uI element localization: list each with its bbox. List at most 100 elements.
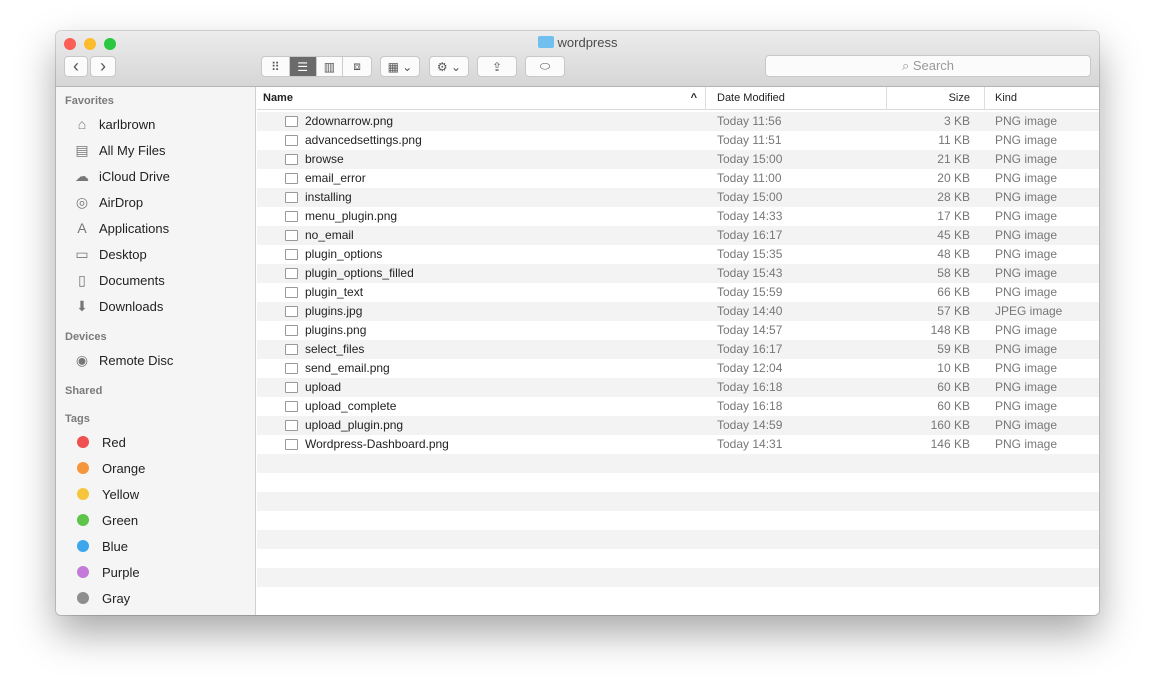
applications-icon: A (77, 220, 87, 236)
arrange-button[interactable]: ▦ ⌄ (380, 56, 420, 77)
file-row[interactable]: upload_plugin.png Today 14:59 160 KB PNG im… (257, 416, 1099, 435)
image-file-icon (285, 154, 298, 165)
tag-color-icon (77, 462, 89, 474)
file-date: Today 12:04 (717, 361, 783, 375)
file-row[interactable]: plugin_options_filled Today 15:43 58 KB PNG… (257, 264, 1099, 283)
tag-color-icon (77, 566, 89, 578)
file-kind: PNG image (995, 209, 1058, 223)
file-size: 11 KB (938, 133, 970, 147)
empty-row (257, 454, 1099, 473)
file-size: 57 KB (937, 304, 970, 318)
file-row[interactable]: installing Today 15:00 28 KB PNG image (257, 188, 1099, 207)
icon-view-icon[interactable]: ⠿ (262, 57, 290, 76)
column-name[interactable]: Name ^ (257, 87, 706, 110)
sidebar-item-label: Downloads (99, 298, 164, 314)
sidebar-item-label: iCloud Drive (99, 168, 170, 184)
file-date: Today 11:56 (717, 114, 782, 128)
sidebar-item-label: Yellow (102, 486, 140, 502)
file-row[interactable]: Wordpress-Dashboard.png Today 14:31 146 KB… (257, 435, 1099, 454)
search-input[interactable]: ⌕ Search (765, 55, 1091, 77)
file-row[interactable]: no_email Today 16:17 45 KB PNG image (257, 226, 1099, 245)
file-kind: PNG image (995, 380, 1058, 394)
search-icon: ⌕ (901, 58, 913, 73)
image-file-icon (285, 401, 298, 412)
sidebar-item-label: AirDrop (99, 194, 144, 210)
file-kind: PNG image (995, 190, 1058, 204)
column-date[interactable]: Date Modified (706, 87, 887, 110)
sidebar-tag-green[interactable]: Green (73, 509, 138, 531)
file-row[interactable]: upload_complete Today 16:18 60 KB PNG image (257, 397, 1099, 416)
sidebar-tag-blue[interactable]: Blue (73, 535, 128, 557)
tag-color-icon (77, 514, 89, 526)
back-button[interactable]: ‹ (64, 56, 88, 77)
empty-row (257, 587, 1099, 606)
file-date: Today 16:18 (717, 399, 783, 413)
sidebar-tag-orange[interactable]: Orange (73, 457, 145, 479)
tags-button[interactable]: ⬭ (525, 56, 565, 77)
file-name: email_error (305, 171, 366, 185)
file-row[interactable]: select_files Today 16:17 59 KB PNG image (257, 340, 1099, 359)
search-placeholder: Search (912, 58, 955, 73)
sidebar-item-cloud[interactable]: ☁ iCloud Drive (73, 165, 170, 187)
file-row[interactable]: plugins.png Today 14:57 148 KB PNG image (257, 321, 1099, 340)
sidebar-item-airdrop[interactable]: ◎ AirDrop (73, 191, 143, 213)
sidebar-tag-red[interactable]: Red (73, 431, 126, 453)
file-row[interactable]: plugin_options Today 15:35 48 KB PNG image (257, 245, 1099, 264)
file-kind: PNG image (995, 399, 1058, 413)
image-file-icon (285, 306, 298, 317)
column-kind[interactable]: Kind (985, 87, 1099, 110)
file-name: upload_plugin.png (305, 418, 404, 432)
desktop-icon: ▭ (75, 246, 89, 262)
sidebar-item-all-files[interactable]: ▤ All My Files (73, 139, 165, 161)
image-file-icon (285, 116, 298, 127)
column-size[interactable]: Size (887, 87, 985, 110)
share-button[interactable]: ⇪ (477, 56, 517, 77)
sidebar-tag-yellow[interactable]: Yellow (73, 483, 139, 505)
image-file-icon (285, 287, 298, 298)
sidebar-item-documents[interactable]: ▯ Documents (73, 269, 165, 291)
sort-ascending-icon: ^ (690, 92, 697, 104)
file-name: advancedsettings.png (305, 133, 422, 147)
image-file-icon (285, 420, 298, 431)
column-view-icon[interactable]: ▥ (317, 57, 344, 76)
action-button[interactable]: ⚙ ⌄ (429, 56, 469, 77)
downloads-icon: ⬇ (76, 298, 88, 314)
sidebar-tag-purple[interactable]: Purple (73, 561, 140, 583)
sidebar-item-home[interactable]: ⌂ karlbrown (73, 113, 156, 135)
file-row[interactable]: 2downarrow.png Today 11:56 3 KB PNG image (257, 112, 1099, 131)
file-row[interactable]: menu_plugin.png Today 14:33 17 KB PNG image (257, 207, 1099, 226)
sidebar-item-downloads[interactable]: ⬇ Downloads (73, 295, 163, 317)
file-row[interactable]: upload Today 16:18 60 KB PNG image (257, 378, 1099, 397)
file-date: Today 15:00 (717, 190, 783, 204)
file-row[interactable]: plugin_text Today 15:59 66 KB PNG image (257, 283, 1099, 302)
file-kind: PNG image (995, 437, 1058, 451)
sidebar-item-label: Remote Disc (99, 352, 174, 368)
sidebar-item-remote-disc[interactable]: ◉ Remote Disc (73, 349, 174, 371)
view-mode-control[interactable]: ⠿ ☰ ▥ ⧈ (261, 56, 372, 77)
forward-button[interactable]: › (90, 56, 116, 77)
window-title-text: wordpress (557, 35, 618, 50)
airdrop-icon: ◎ (75, 194, 89, 210)
file-date: Today 16:18 (717, 380, 783, 394)
list-view-icon[interactable]: ☰ (289, 57, 317, 76)
file-kind: PNG image (995, 114, 1058, 128)
sidebar-tag-gray[interactable]: Gray (73, 587, 130, 609)
file-row[interactable]: plugins.jpg Today 14:40 57 KB JPEG image (257, 302, 1099, 321)
file-row[interactable]: email_error Today 11:00 20 KB PNG image (257, 169, 1099, 188)
devices-header: Devices (65, 331, 107, 343)
sidebar-item-applications[interactable]: A Applications (73, 217, 169, 239)
sidebar-item-desktop[interactable]: ▭ Desktop (73, 243, 146, 265)
file-row[interactable]: browse Today 15:00 21 KB PNG image (257, 150, 1099, 169)
file-size: 28 KB (937, 190, 970, 204)
file-row[interactable]: advancedsettings.png Today 11:51 11 KB PNG … (257, 131, 1099, 150)
file-size: 48 KB (937, 247, 970, 261)
file-date: Today 14:59 (717, 418, 783, 432)
file-name: 2downarrow.png (305, 114, 394, 128)
file-size: 146 KB (930, 437, 970, 451)
share-icon: ⇪ (491, 59, 503, 74)
cover-flow-icon[interactable]: ⧈ (343, 57, 371, 76)
file-date: Today 14:33 (717, 209, 783, 223)
file-name: send_email.png (305, 361, 390, 375)
file-size: 60 KB (937, 380, 970, 394)
file-row[interactable]: send_email.png Today 12:04 10 KB PNG image (257, 359, 1099, 378)
